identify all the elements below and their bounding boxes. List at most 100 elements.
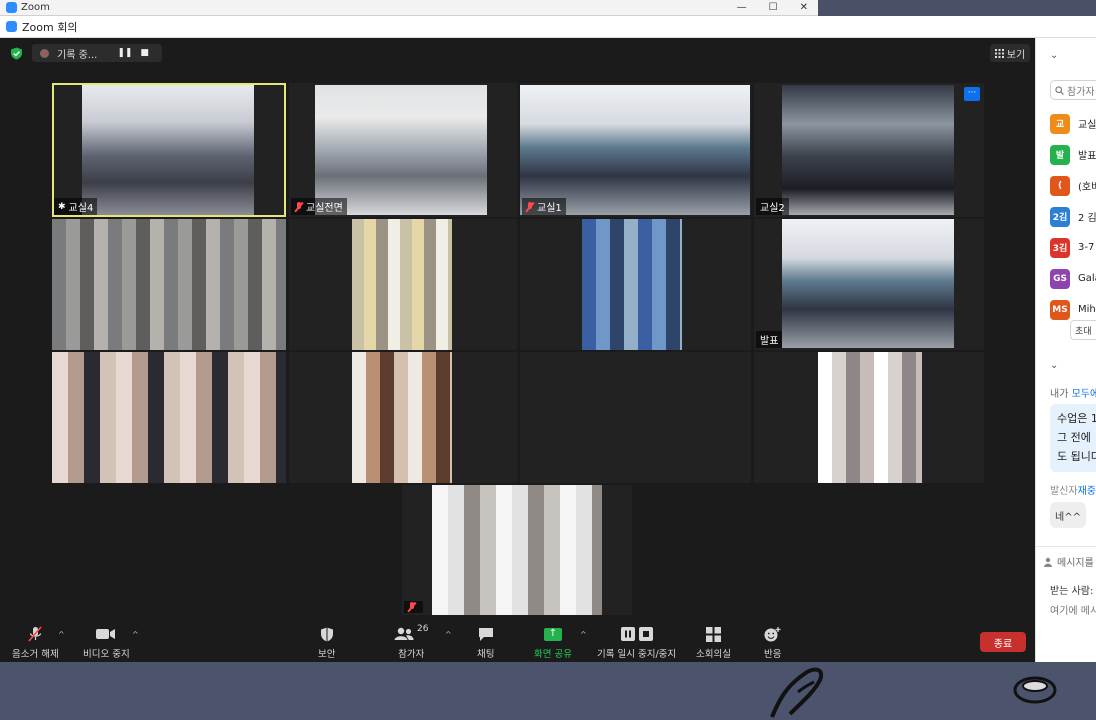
video-tile[interactable]: 발표 [754, 219, 984, 350]
collapse-participants-chevron-icon[interactable]: ⌄ [1050, 50, 1058, 61]
participant-list-name: 3-7 [1078, 242, 1095, 253]
video-tile[interactable] [520, 219, 751, 350]
participant-list-name: 발표 [1078, 151, 1096, 162]
participant-list-item[interactable]: 3김 3-7 [1050, 232, 1096, 263]
participant-video [315, 85, 487, 215]
participants-icon [394, 627, 414, 640]
participant-video [782, 85, 954, 215]
reactions-label: 반응 [764, 649, 782, 660]
chat-sender-prefix: 발신자 [1050, 486, 1078, 497]
video-tile[interactable] [289, 352, 517, 483]
participants-button[interactable]: 26 참가자 [394, 624, 429, 660]
close-icon[interactable]: ✕ [800, 2, 808, 13]
video-tile[interactable]: 교실전면 [289, 83, 517, 217]
video-tile[interactable]: 교실1 [520, 83, 751, 217]
participant-list-item[interactable]: 교 교실 [1050, 108, 1096, 139]
desktop-drawing-bowl [1013, 676, 1057, 704]
participant-name-tag: 교실전면 [291, 198, 347, 215]
video-tile[interactable] [52, 219, 286, 350]
more-options-button[interactable]: ··· [964, 87, 980, 101]
breakout-rooms-button[interactable]: 소회의실 [696, 626, 731, 660]
unmute-button[interactable]: 음소거 해제 [12, 626, 59, 660]
stop-recording-icon[interactable]: ■ [140, 48, 149, 58]
avatar: GS [1050, 268, 1070, 289]
chat-message-input[interactable]: 여기에 메시 [1050, 602, 1096, 617]
participant-name-tag [404, 601, 423, 613]
desktop-drawing [770, 667, 824, 718]
stop-icon [638, 627, 653, 641]
pause-icon [620, 627, 635, 641]
share-screen-arrow-icon: ↑ [543, 627, 562, 641]
chat-message-line: 그 전에 [1057, 431, 1091, 444]
view-button[interactable]: 보기 [990, 44, 1030, 62]
collapse-chat-chevron-icon[interactable]: ⌄ [1050, 360, 1058, 371]
maximize-icon[interactable]: ☐ [769, 2, 778, 13]
video-tile[interactable] [402, 485, 632, 615]
reactions-button[interactable]: 반응 [764, 626, 781, 660]
message-hint-text: 메시지를 [1057, 558, 1094, 569]
participant-name-tag: 발표 [756, 331, 783, 348]
participant-list-item[interactable]: ( (호바 [1050, 170, 1096, 201]
meeting-window-titlebar: Zoom 회의 [0, 16, 1096, 38]
muted-mic-icon [28, 626, 42, 642]
participant-name: 교실2 [760, 203, 785, 214]
participant-name-tag: 교실1 [522, 198, 566, 215]
encryption-shield-icon[interactable] [10, 47, 23, 60]
chat-recipient-link[interactable]: 모두에 [1072, 389, 1096, 400]
minimize-icon[interactable]: — [737, 2, 747, 13]
video-tile[interactable]: ··· 교실2 [754, 83, 984, 217]
video-tile-video-off[interactable] [520, 352, 751, 483]
meeting-video-area: 기록 중... ❚❚ ■ 보기 ✱ 교실4 교실전면 교실1 ··· 교실2 발… [0, 38, 1035, 662]
chat-label: 채팅 [477, 649, 495, 660]
avatar: 발 [1050, 144, 1070, 165]
participant-list-name: 교실 [1078, 120, 1096, 131]
smiley-plus-icon [764, 626, 781, 641]
security-label: 보안 [318, 649, 336, 660]
video-tile-active-speaker[interactable]: ✱ 교실4 [52, 83, 286, 217]
chat-reply-bubble: 네^^ [1050, 502, 1086, 528]
meeting-topbar: 기록 중... ❚❚ ■ 보기 [0, 38, 1035, 68]
video-camera-icon [96, 629, 116, 639]
video-tile[interactable] [52, 352, 286, 483]
breakout-rooms-icon [705, 626, 721, 642]
chat-recipient-selector[interactable]: 받는 사람: [1050, 582, 1093, 597]
video-tile[interactable] [754, 352, 984, 483]
stop-video-button[interactable]: 비디오 중지 [83, 626, 130, 660]
security-button[interactable]: 보안 [318, 626, 335, 660]
participant-list-item[interactable]: GS Gala [1050, 263, 1096, 294]
pause-recording-icon[interactable]: ❚❚ [117, 48, 132, 58]
participant-video [582, 219, 682, 350]
end-meeting-button[interactable]: 종료 [980, 632, 1026, 652]
breakout-rooms-label: 소회의실 [696, 649, 731, 660]
security-shield-icon [320, 627, 333, 641]
participants-options-caret-icon[interactable]: ^ [445, 630, 452, 639]
pin-icon: ✱ [58, 201, 66, 212]
participant-name: 교실4 [68, 203, 94, 214]
person-icon [1044, 557, 1052, 567]
participant-list-item[interactable]: 2김 2 김 [1050, 201, 1096, 232]
participants-count: 26 [417, 624, 429, 634]
invite-button[interactable]: 초대 [1070, 320, 1096, 340]
chat-button[interactable]: 채팅 [477, 626, 494, 660]
recording-label: 기록 중... [57, 49, 98, 61]
participant-name-tag: ✱ 교실4 [54, 198, 98, 215]
video-options-caret-icon[interactable]: ^ [132, 630, 139, 639]
participant-video [432, 485, 602, 615]
pause-stop-recording-button[interactable]: 기록 일시 중지/중지 [597, 626, 676, 660]
participant-video [52, 352, 286, 483]
participant-list-name: Mih [1078, 304, 1096, 315]
side-panel: ⌄ 참가자 교 교실 발 발표 ( (호바 2김 2 김 3김 3-7 GS G… [1035, 38, 1096, 662]
share-screen-button[interactable]: ↑ 화면 공유 [534, 626, 572, 660]
chat-sender-header: 발신자재중 [1050, 482, 1096, 497]
participant-list-item[interactable]: 발 발표 [1050, 139, 1096, 170]
avatar: MS [1050, 299, 1070, 320]
avatar: 교 [1050, 113, 1070, 134]
participant-list-name: Gala [1078, 273, 1096, 284]
audio-options-caret-icon[interactable]: ^ [58, 630, 65, 639]
chat-sender-name[interactable]: 재중 [1078, 486, 1096, 497]
participant-video [818, 352, 922, 483]
participant-video [352, 219, 452, 350]
video-tile[interactable] [289, 219, 517, 350]
share-options-caret-icon[interactable]: ^ [580, 630, 587, 639]
participant-search-input[interactable]: 참가자 [1050, 80, 1096, 100]
